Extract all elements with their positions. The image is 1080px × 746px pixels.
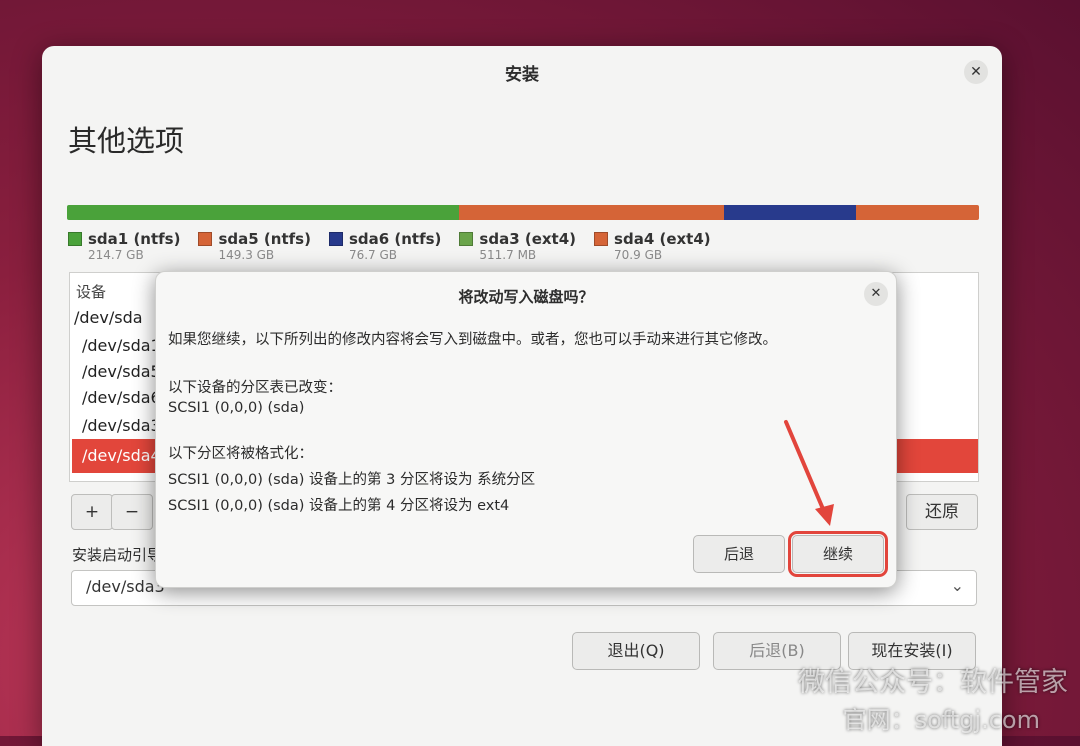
- tree-row-label: /dev/sda: [74, 308, 143, 327]
- legend-size: 76.7 GB: [348, 248, 398, 262]
- boot-device-value: /dev/sda3: [86, 577, 165, 596]
- chevron-down-icon: ⌄: [950, 576, 964, 595]
- format-item: SCSI1 (0,0,0) (sda) 设备上的第 4 分区将设为 ext4: [168, 498, 510, 514]
- watermark-line1: 微信公众号：软件管家: [798, 667, 1068, 698]
- revert-button[interactable]: 还原: [906, 494, 978, 530]
- legend-size: 149.3 GB: [218, 248, 275, 262]
- partition-segment-sda1: [67, 205, 460, 220]
- partition-table-changed-label: 以下设备的分区表已改变：: [168, 380, 342, 396]
- legend-size: 70.9 GB: [614, 248, 663, 262]
- legend-name: sda5 (ntfs): [218, 230, 311, 248]
- tree-row-label: /dev/sda5: [82, 362, 161, 381]
- partition-table-changed-device: SCSI1 (0,0,0) (sda): [168, 400, 305, 416]
- watermark-line2: 官网：softgj.com: [842, 706, 1040, 734]
- tree-row-label: /dev/sda1: [82, 336, 161, 355]
- dialog-back-button[interactable]: 后退: [693, 535, 785, 573]
- partition-segment-sda5: [459, 205, 724, 220]
- dialog-continue-button[interactable]: 继续: [788, 531, 888, 577]
- page-title: 其他选项: [68, 124, 185, 158]
- legend-name: sda4 (ext4): [614, 230, 711, 248]
- legend-swatch: [198, 232, 213, 246]
- partition-segment-sda6: [723, 205, 856, 220]
- format-item: SCSI1 (0,0,0) (sda) 设备上的第 3 分区将设为 系统分区: [168, 472, 536, 488]
- red-arrow-annotation: [784, 420, 834, 526]
- legend-item: sda4 (ext4) 70.9 GB: [594, 230, 711, 262]
- legend-swatch: [459, 232, 474, 246]
- quit-button[interactable]: 退出(Q): [572, 632, 700, 670]
- legend-swatch: [328, 232, 343, 246]
- legend-item: sda6 (ntfs) 76.7 GB: [328, 230, 442, 262]
- tree-row-label: /dev/sda3: [82, 416, 161, 435]
- legend-swatch: [68, 232, 82, 246]
- tree-row-label: /dev/sda6: [82, 388, 161, 407]
- remove-partition-button[interactable]: −: [111, 494, 153, 530]
- partition-segment-sda4: [855, 205, 979, 220]
- legend-name: sda1 (ntfs): [88, 230, 181, 248]
- partition-bar: [67, 205, 979, 220]
- close-icon[interactable]: ✕: [964, 60, 988, 84]
- dialog-intro: 如果您继续，以下所列出的修改内容将会写入到磁盘中。或者，您也可以手动来进行其它修…: [168, 332, 777, 348]
- legend-name: sda3 (ext4): [479, 230, 577, 248]
- legend-size: 511.7 MB: [479, 248, 537, 262]
- legend-size: 214.7 GB: [88, 248, 144, 262]
- legend-item: sda3 (ext4) 511.7 MB: [459, 230, 576, 262]
- close-icon[interactable]: ✕: [864, 282, 888, 306]
- tree-row-label: /dev/sda4: [82, 446, 161, 465]
- window-title: 安装: [505, 65, 539, 85]
- dialog-title: 将改动写入磁盘吗？: [458, 288, 594, 306]
- format-label: 以下分区将被格式化：: [168, 446, 313, 462]
- legend-item: sda5 (ntfs) 149.3 GB: [198, 230, 311, 262]
- add-partition-button[interactable]: +: [71, 494, 113, 530]
- legend-item: sda1 (ntfs) 214.7 GB: [68, 230, 180, 262]
- legend-swatch: [594, 232, 609, 246]
- partition-legend: sda1 (ntfs) 214.7 GB sda5 (ntfs) 149.3 G…: [68, 230, 711, 262]
- tree-header-device: 设备: [76, 283, 107, 301]
- legend-name: sda6 (ntfs): [348, 230, 442, 248]
